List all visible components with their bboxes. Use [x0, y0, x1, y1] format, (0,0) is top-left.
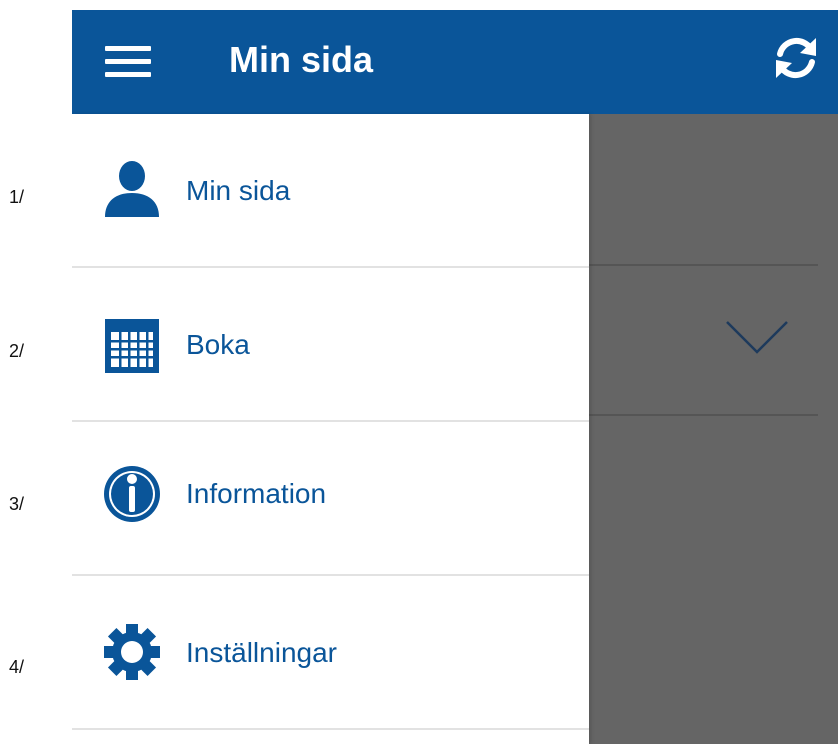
page-title: Min sida [229, 39, 374, 80]
annotation-2: 2/ [9, 341, 25, 361]
drawer-item-label: Boka [186, 329, 250, 360]
stage: 1/ 2/ 3/ 4/ Min sida Min sida Boka Infor… [0, 0, 838, 744]
background-divider [588, 264, 818, 266]
person-icon [105, 161, 159, 217]
refresh-icon[interactable] [770, 32, 822, 84]
annotation-1: 1/ [9, 187, 25, 207]
drawer-item-label: Inställningar [186, 637, 337, 668]
calendar-icon [105, 319, 159, 373]
background-divider [588, 414, 818, 416]
annotation-3: 3/ [9, 494, 25, 514]
gear-icon [104, 624, 160, 680]
info-icon [104, 466, 160, 522]
drawer-item-label: Min sida [186, 175, 291, 206]
hamburger-menu-icon[interactable] [105, 46, 151, 78]
app-screen: Min sida Min sida Boka Information Instä… [72, 10, 838, 744]
drawer-item-label: Information [186, 478, 327, 509]
chevron-down-icon[interactable] [724, 318, 790, 358]
drawer-item-boka[interactable]: Boka [72, 268, 589, 420]
drawer-item-min-sida[interactable]: Min sida [72, 114, 589, 266]
divider [72, 728, 589, 730]
drawer-item-information[interactable]: Information [72, 422, 589, 574]
app-header: Min sida [72, 10, 838, 114]
annotation-4: 4/ [9, 657, 25, 677]
navigation-drawer: Min sida Boka Information Inställningar [72, 114, 589, 744]
drawer-item-installningar[interactable]: Inställningar [72, 576, 589, 728]
